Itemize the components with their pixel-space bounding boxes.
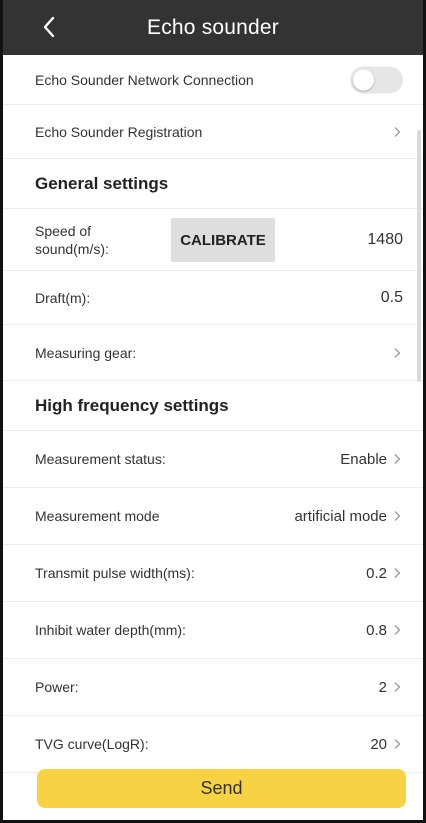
chevron-right-icon	[393, 623, 403, 637]
setting-value: 0.2	[366, 564, 387, 582]
tvg-curve-row[interactable]: TVG curve(LogR): 20	[3, 716, 423, 773]
chevron-right-icon	[393, 125, 403, 139]
send-button[interactable]: Send	[37, 769, 406, 808]
general-settings-header: General settings	[3, 159, 423, 209]
scrollbar[interactable]	[417, 130, 421, 382]
back-icon[interactable]	[37, 14, 61, 40]
measurement-status-row[interactable]: Measurement status: Enable	[3, 431, 423, 488]
setting-value: 2	[378, 678, 387, 696]
app-frame: Echo sounder Echo Sounder Network Connec…	[0, 0, 426, 823]
setting-label: Measurement status:	[35, 451, 166, 467]
measurement-mode-row[interactable]: Measurement mode artificial mode	[3, 488, 423, 545]
setting-value: artificial mode	[294, 507, 387, 525]
setting-value: Enable	[340, 450, 387, 468]
chevron-right-icon	[393, 452, 403, 466]
setting-label: Transmit pulse width(ms):	[35, 565, 195, 581]
chevron-right-icon	[393, 346, 403, 360]
setting-label: Measurement mode	[35, 508, 160, 524]
setting-label: Power:	[35, 679, 79, 695]
network-connection-toggle[interactable]	[350, 66, 403, 93]
settings-list: Echo Sounder Network Connection Echo Sou…	[3, 55, 423, 820]
chevron-right-icon	[393, 566, 403, 580]
network-connection-row: Echo Sounder Network Connection	[3, 55, 423, 105]
power-row[interactable]: Power: 2	[3, 659, 423, 716]
registration-label: Echo Sounder Registration	[35, 123, 203, 140]
transmit-pulse-width-row[interactable]: Transmit pulse width(ms): 0.2	[3, 545, 423, 602]
measuring-gear-row[interactable]: Measuring gear:	[3, 325, 423, 381]
draft-label: Draft(m):	[35, 289, 91, 306]
app-header: Echo sounder	[3, 0, 423, 55]
registration-row[interactable]: Echo Sounder Registration	[3, 105, 423, 159]
page-title: Echo sounder	[147, 15, 279, 39]
calibrate-button[interactable]: CALIBRATE	[171, 218, 275, 262]
draft-row: Draft(m): 0.5	[3, 271, 423, 325]
chevron-right-icon	[393, 737, 403, 751]
speed-of-sound-value[interactable]: 1480	[367, 231, 403, 249]
speed-of-sound-label: Speed of sound(m/s):	[35, 222, 109, 257]
setting-label: Inhibit water depth(mm):	[35, 622, 186, 638]
setting-label: TVG curve(LogR):	[35, 736, 149, 752]
chevron-right-icon	[393, 680, 403, 694]
draft-value[interactable]: 0.5	[381, 289, 403, 307]
measuring-gear-label: Measuring gear:	[35, 344, 137, 361]
high-frequency-settings-header: High frequency settings	[3, 381, 423, 431]
network-connection-label: Echo Sounder Network Connection	[35, 71, 254, 88]
setting-value: 20	[370, 735, 387, 753]
setting-value: 0.8	[366, 621, 387, 639]
inhibit-water-depth-row[interactable]: Inhibit water depth(mm): 0.8	[3, 602, 423, 659]
speed-of-sound-row: Speed of sound(m/s): CALIBRATE 1480	[3, 209, 423, 271]
chevron-right-icon	[393, 509, 403, 523]
toggle-knob	[353, 69, 374, 90]
